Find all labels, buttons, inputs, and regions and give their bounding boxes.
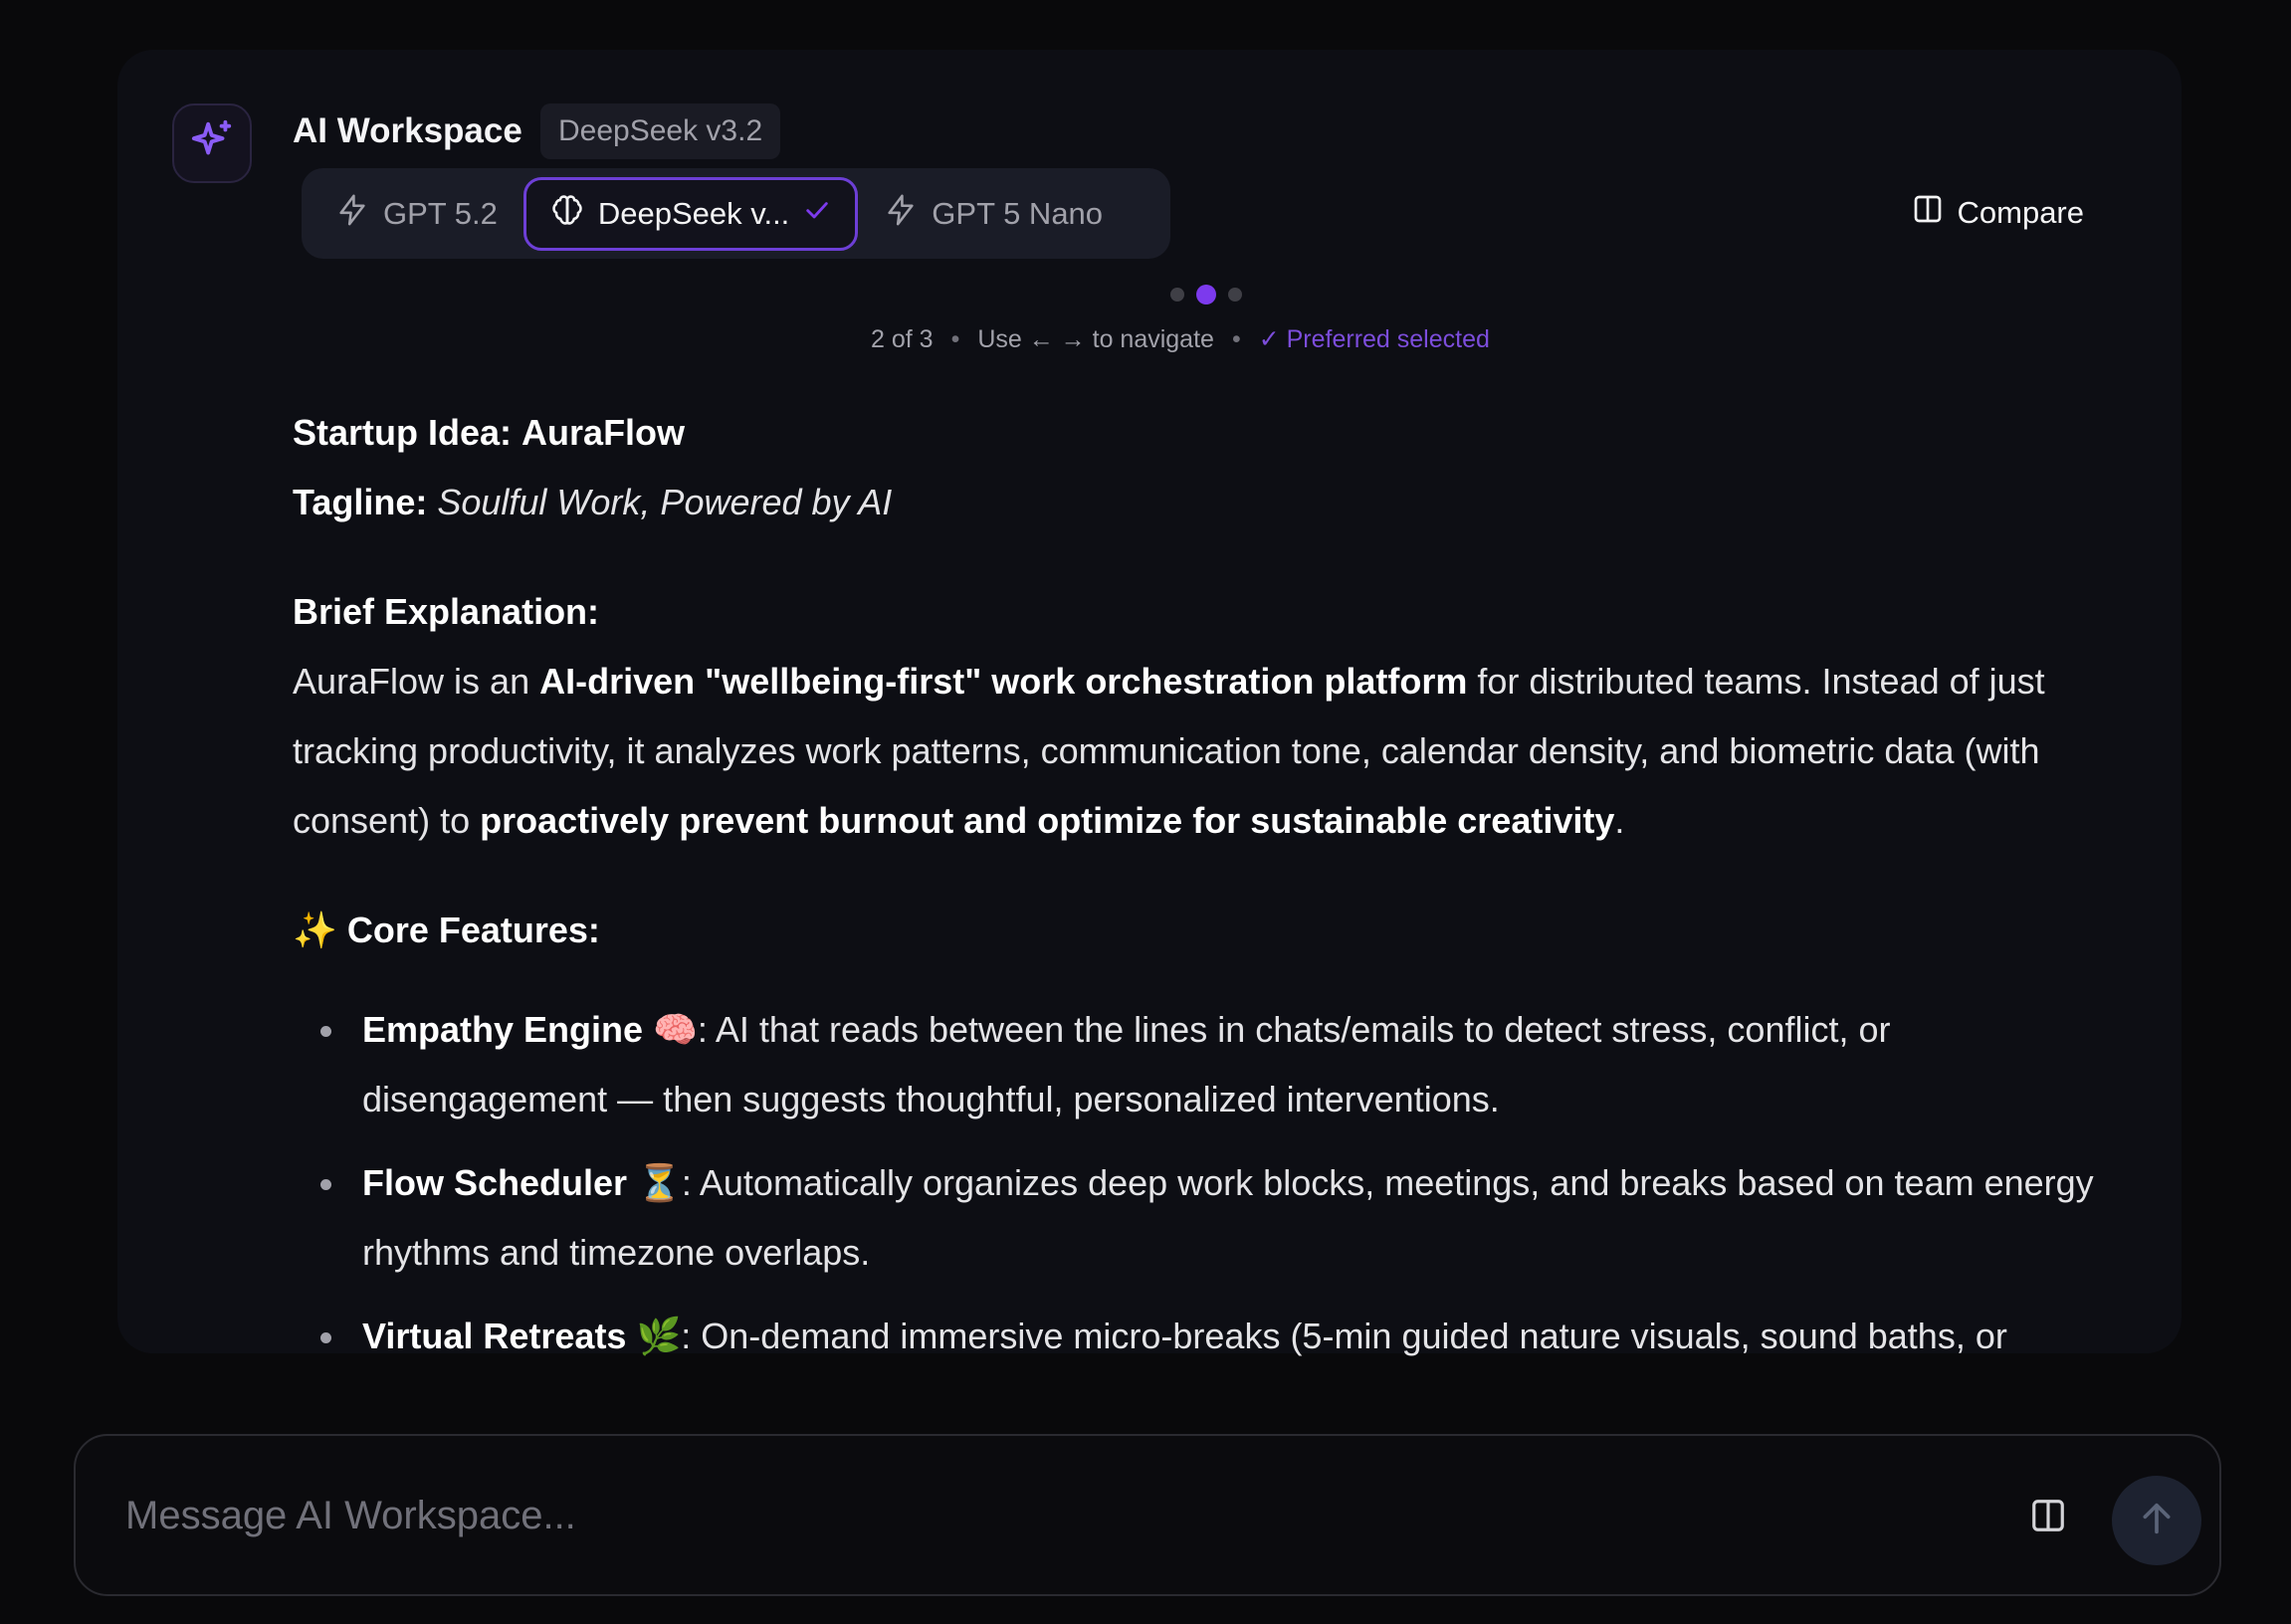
separator-dot: • — [1231, 324, 1241, 353]
send-button[interactable] — [2112, 1476, 2201, 1565]
tab-gpt-5-nano[interactable]: GPT 5 Nano — [858, 177, 1129, 251]
tab-label: GPT 5 Nano — [932, 195, 1104, 231]
check-icon — [803, 196, 831, 232]
pager-dot-active[interactable] — [1196, 285, 1216, 304]
columns-icon — [2029, 1497, 2067, 1539]
list-item: Virtual Retreats 🌿: On-demand immersive … — [293, 1302, 2132, 1371]
pager-dot[interactable] — [1228, 288, 1242, 302]
arrow-up-icon — [2137, 1499, 2177, 1543]
preferred-status: ✓ Preferred selected — [1258, 325, 1490, 353]
tab-label: DeepSeek v... — [597, 195, 790, 231]
startup-title: Startup Idea: AuraFlow — [293, 412, 686, 453]
separator-dot: • — [950, 324, 960, 353]
brain-icon — [550, 193, 584, 235]
response-content: Startup Idea: AuraFlow Tagline: Soulful … — [293, 398, 2132, 1385]
pager-dots — [1170, 285, 1242, 304]
list-item: Empathy Engine 🧠: AI that reads between … — [293, 995, 2132, 1134]
columns-icon — [1912, 193, 1944, 233]
tab-deepseek[interactable]: DeepSeek v... — [522, 176, 859, 251]
pager-hint: Use ← → to navigate — [977, 324, 1214, 353]
features-list: Empathy Engine 🧠: AI that reads between … — [293, 995, 2132, 1371]
tagline: Tagline: Soulful Work, Powered by AI — [293, 482, 893, 522]
bolt-icon — [884, 193, 918, 235]
compare-toggle-button[interactable] — [2026, 1496, 2070, 1539]
model-tabs: GPT 5.2 DeepSeek v... GPT 5 Nano — [302, 168, 1170, 259]
bolt-icon — [335, 193, 369, 235]
pager-status: 2 of 3 • Use ← → to navigate • ✓ Preferr… — [871, 324, 1490, 354]
sparkle-icon — [189, 118, 235, 169]
pager-position: 2 of 3 — [871, 324, 934, 353]
model-badge: DeepSeek v3.2 — [540, 103, 781, 159]
message-composer — [74, 1434, 2221, 1596]
explanation-heading: Brief Explanation: — [293, 591, 600, 632]
features-heading: ✨ Core Features: — [293, 910, 600, 950]
assistant-avatar — [172, 103, 252, 183]
tab-gpt-5-2[interactable]: GPT 5.2 — [310, 177, 523, 251]
explanation-text: AuraFlow is an AI-driven "wellbeing-firs… — [293, 661, 2045, 841]
app-title: AI Workspace — [293, 111, 522, 150]
compare-button[interactable]: Compare — [1912, 187, 2085, 239]
compare-label: Compare — [1957, 195, 2085, 230]
list-item: Flow Scheduler ⏳: Automatically organize… — [293, 1148, 2132, 1288]
pager-dot[interactable] — [1170, 288, 1184, 302]
tab-label: GPT 5.2 — [383, 195, 498, 231]
message-input[interactable] — [125, 1486, 1917, 1545]
